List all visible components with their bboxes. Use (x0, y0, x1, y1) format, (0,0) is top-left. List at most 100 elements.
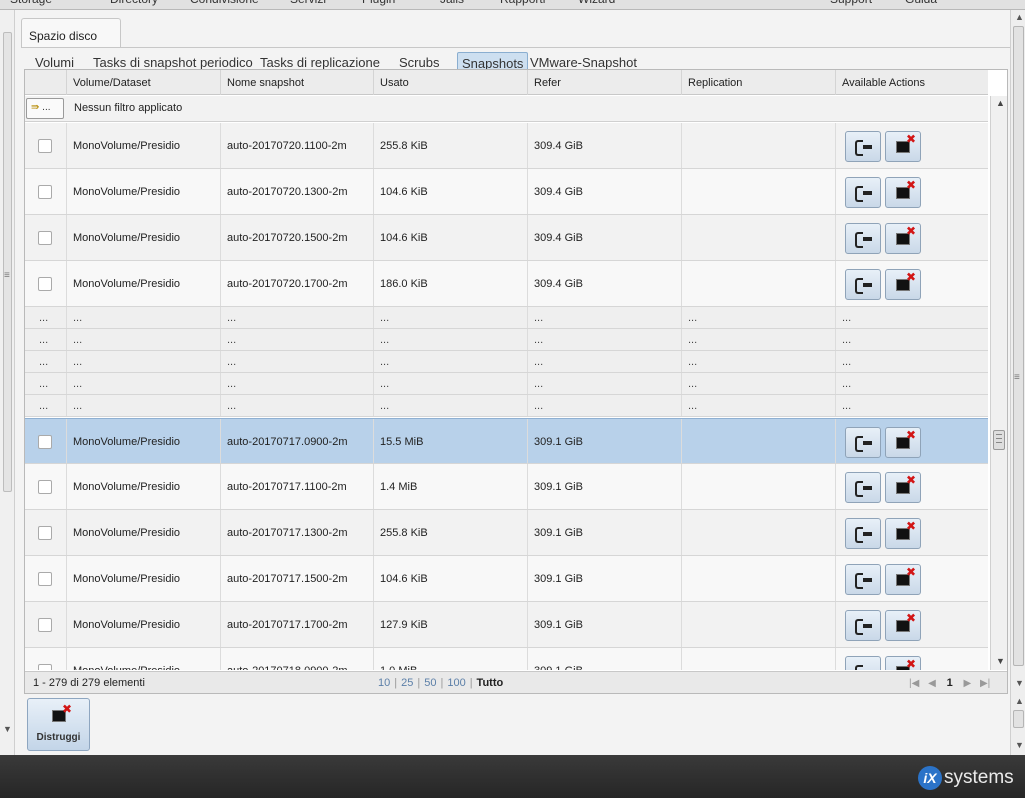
page-size-option[interactable]: 10 (378, 677, 390, 689)
grid-scrollbar[interactable]: ▲ ▼ (990, 96, 1007, 670)
table-row[interactable]: MonoVolume/Presidio auto-20170717.1500-2m… (25, 556, 988, 602)
row-checkbox[interactable] (38, 231, 52, 245)
top-menu-item[interactable]: Servizi (290, 0, 326, 6)
table-row[interactable]: MonoVolume/Presidio auto-20170717.1700-2m… (25, 602, 988, 648)
table-row[interactable]: MonoVolume/Presidio auto-20170720.1300-2m… (25, 169, 988, 215)
clone-snapshot-button[interactable] (845, 269, 881, 300)
used-cell: 104.6 KiB (373, 169, 527, 214)
top-menu-item[interactable]: Condivisione (190, 0, 259, 6)
top-menu-item[interactable]: Directory (110, 0, 158, 6)
clone-snapshot-icon (855, 232, 873, 248)
header-refer[interactable]: Refer (527, 70, 681, 95)
placeholder-cell: ... (681, 307, 835, 328)
destroy-snapshot-button[interactable]: ✖ (885, 564, 921, 595)
destroy-snapshot-button[interactable]: ✖ (885, 610, 921, 641)
page-size-option[interactable]: 50 (424, 677, 436, 689)
replication-cell (681, 261, 835, 306)
header-used[interactable]: Usato (373, 70, 527, 95)
scroll-up-icon[interactable]: ▲ (1015, 12, 1024, 22)
dataset-cell: MonoVolume/Presidio (66, 123, 220, 168)
clone-snapshot-button[interactable] (845, 564, 881, 595)
row-checkbox[interactable] (38, 618, 52, 632)
dataset-cell: MonoVolume/Presidio (66, 556, 220, 601)
destroy-snapshot-button[interactable]: ✖ (885, 656, 921, 670)
table-row[interactable]: MonoVolume/Presidio auto-20170720.1100-2m… (25, 123, 988, 169)
table-row[interactable]: MonoVolume/Presidio auto-20170717.1300-2m… (25, 510, 988, 556)
grid-scroll-thumb[interactable] (993, 430, 1005, 450)
filter-button[interactable]: ⇛ ... (26, 98, 64, 119)
destroy-snapshot-button[interactable]: ✖ (885, 518, 921, 549)
scroll-up-icon[interactable]: ▲ (996, 98, 1005, 108)
page-size-option[interactable]: 25 (401, 677, 413, 689)
header-snapshot-name[interactable]: Nome snapshot (220, 70, 373, 95)
top-menu-item[interactable]: Support (830, 0, 872, 6)
refer-cell: 309.1 GiB (527, 464, 681, 509)
top-menu-item[interactable]: Plugin (362, 0, 395, 6)
row-checkbox[interactable] (38, 435, 52, 449)
row-checkbox[interactable] (38, 139, 52, 153)
destroy-snapshot-button[interactable]: ✖ (885, 269, 921, 300)
grid-body: MonoVolume/Presidio auto-20170720.1100-2m… (25, 123, 988, 670)
clone-snapshot-button[interactable] (845, 656, 881, 670)
prev-page-icon[interactable]: ◀ (928, 678, 936, 689)
page-size-option[interactable]: 100 (447, 677, 465, 689)
delete-mark-icon: ✖ (906, 178, 917, 192)
actions-cell: ✖ (835, 464, 988, 509)
clone-snapshot-button[interactable] (845, 518, 881, 549)
header-replication[interactable]: Replication (681, 70, 835, 95)
clone-snapshot-button[interactable] (845, 427, 881, 458)
header-volume-dataset[interactable]: Volume/Dataset (66, 70, 220, 95)
placeholder-cell: ... (220, 329, 373, 350)
clone-snapshot-button[interactable] (845, 177, 881, 208)
page-scroll-thumb[interactable] (1013, 26, 1024, 666)
clone-snapshot-button[interactable] (845, 223, 881, 254)
row-checkbox[interactable] (38, 277, 52, 291)
clone-snapshot-button[interactable] (845, 472, 881, 503)
next-page-icon[interactable]: ▶ (963, 678, 971, 689)
clone-snapshot-button[interactable] (845, 610, 881, 641)
page-size-option[interactable]: Tutto (477, 677, 504, 689)
clone-snapshot-button[interactable] (845, 131, 881, 162)
top-menu-item[interactable]: Guida (905, 0, 937, 6)
row-checkbox[interactable] (38, 185, 52, 199)
destroy-snapshot-button[interactable]: ✖ (885, 177, 921, 208)
row-checkbox[interactable] (38, 572, 52, 586)
clone-snapshot-icon (855, 573, 873, 589)
scroll-down-icon[interactable]: ▼ (1015, 678, 1024, 688)
top-menu-item[interactable]: Wizard (578, 0, 615, 6)
destroy-snapshot-button[interactable]: ✖ (885, 131, 921, 162)
top-menu-item[interactable]: Storage (10, 0, 52, 6)
table-row[interactable]: MonoVolume/Presidio auto-20170720.1700-2m… (25, 261, 988, 307)
top-menu-item[interactable]: Jails (440, 0, 464, 6)
table-row[interactable]: MonoVolume/Presidio auto-20170717.1100-2m… (25, 464, 988, 510)
destroy-button[interactable]: ✖ Distruggi (27, 698, 90, 751)
page-scrollbar[interactable]: ▲ ≡ ▼ ▲ ▼ (1010, 10, 1025, 755)
destroy-snapshot-button[interactable]: ✖ (885, 223, 921, 254)
destroy-snapshot-button[interactable]: ✖ (885, 427, 921, 458)
scroll-down-icon[interactable]: ▼ (3, 724, 12, 734)
table-row[interactable]: MonoVolume/Presidioauto-20170718.0900-2m… (25, 648, 988, 670)
table-row[interactable]: MonoVolume/Presidio auto-20170717.0900-2m… (25, 418, 988, 464)
page-size-selector: 10 | 25 | 50 | 100 | Tutto (378, 677, 503, 689)
destroy-snapshot-button[interactable]: ✖ (885, 472, 921, 503)
scroll-up-icon[interactable]: ▲ (1015, 696, 1024, 706)
scroll-down-icon[interactable]: ▼ (996, 656, 1005, 666)
row-checkbox[interactable] (38, 480, 52, 494)
scroll-down-icon[interactable]: ▼ (1015, 740, 1024, 750)
table-row[interactable]: MonoVolume/Presidio auto-20170720.1500-2m… (25, 215, 988, 261)
first-page-icon[interactable]: |◀ (909, 678, 919, 689)
left-panel-scrollbar[interactable]: ≡ ▼ (0, 10, 15, 755)
placeholder-cell: ... (39, 378, 49, 390)
refer-cell: 309.4 GiB (527, 215, 681, 260)
dataset-cell: MonoVolume/Presidio (66, 261, 220, 306)
top-menu-item[interactable]: Rapporti (500, 0, 545, 6)
tab-spazio-disco[interactable]: Spazio disco (21, 18, 121, 48)
last-page-icon[interactable]: ▶| (980, 678, 990, 689)
left-scroll-thumb[interactable] (3, 32, 12, 492)
row-checkbox[interactable] (38, 526, 52, 540)
secondary-scroll-thumb[interactable] (1013, 710, 1024, 728)
header-select[interactable] (25, 70, 66, 95)
dataset-cell: MonoVolume/Presidio (66, 648, 220, 670)
row-checkbox[interactable] (38, 664, 52, 670)
ixsystems-logo[interactable]: iX systems (918, 766, 1014, 792)
